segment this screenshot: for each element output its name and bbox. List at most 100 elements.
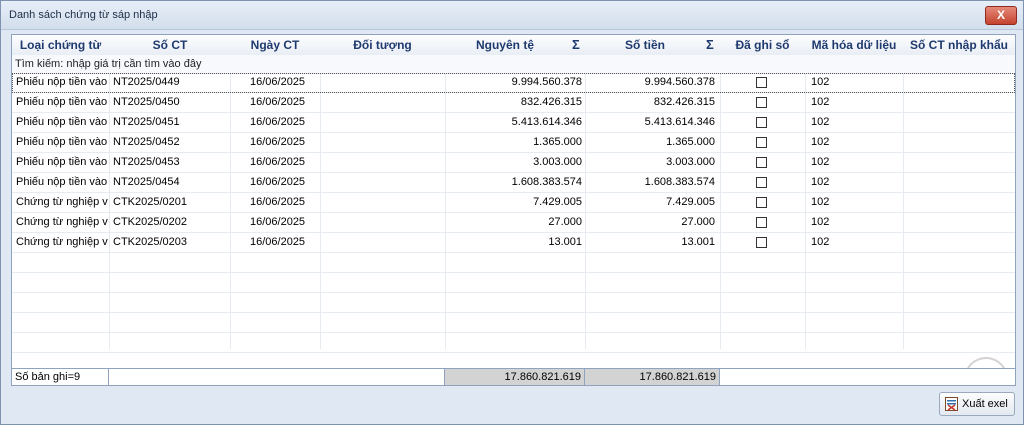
col-header-ngay-ct[interactable]: Ngày CT: [230, 35, 320, 55]
sigma-nguyen-te-icon[interactable]: Σ: [572, 35, 580, 55]
cell-loai: Phiếu nộp tiền vào: [16, 96, 108, 108]
cell-nguyen-te: 27.000: [548, 216, 582, 228]
posted-checkbox[interactable]: [756, 137, 767, 148]
export-excel-button[interactable]: Xuất exel: [939, 392, 1015, 416]
cell-loai: Phiếu nộp tiền vào: [16, 116, 108, 128]
cell-ngay-ct: 16/06/2025: [250, 116, 306, 128]
posted-checkbox[interactable]: [756, 97, 767, 108]
grid-header: Loại chứng từ Số CT Ngày CT Đối tượng Ng…: [12, 35, 1015, 56]
cell-doi-tuong: [324, 113, 444, 132]
cell-doi-tuong: [324, 133, 444, 152]
cell-nguyen-te: 13.001: [548, 236, 582, 248]
table-row[interactable]: Phiếu nộp tiền vào NT2025/0452 16/06/202…: [12, 133, 1015, 153]
col-header-loai[interactable]: Loại chứng từ: [12, 35, 109, 55]
posted-checkbox[interactable]: [756, 217, 767, 228]
cell-ngay-ct: 16/06/2025: [250, 136, 306, 148]
search-row[interactable]: Tìm kiếm: nhập giá trị cần tìm vào đây: [12, 55, 1015, 74]
cell-nguyen-te: 9.994.560.378: [511, 76, 582, 88]
search-placeholder: Tìm kiếm: nhập giá trị cần tìm vào đây: [15, 58, 202, 70]
cell-so-ct: CTK2025/0201: [113, 196, 187, 208]
posted-checkbox[interactable]: [756, 117, 767, 128]
posted-checkbox[interactable]: [756, 237, 767, 248]
table-row[interactable]: Chứng từ nghiệp v CTK2025/0203 16/06/202…: [12, 233, 1015, 253]
empty-row: [12, 313, 1015, 333]
cell-so-ct-nhap-khau: [907, 173, 1012, 192]
cell-doi-tuong: [324, 233, 444, 252]
sigma-so-tien-icon[interactable]: Σ: [706, 35, 714, 55]
cell-ngay-ct: 16/06/2025: [250, 156, 306, 168]
dialog-window: Danh sách chứng từ sáp nhập X Loại chứng…: [0, 0, 1024, 425]
col-header-so-ct[interactable]: Số CT: [110, 35, 230, 55]
cell-so-tien: 13.001: [681, 236, 715, 248]
col-header-ma-hoa[interactable]: Mã hóa dữ liệu: [805, 35, 903, 55]
cell-so-tien: 9.994.560.378: [644, 76, 715, 88]
sum-so-tien: 17.860.821.619: [585, 369, 720, 385]
cell-ma-hoa: 102: [811, 236, 830, 248]
excel-export-icon: [945, 397, 958, 411]
cell-loai: Chứng từ nghiệp v: [16, 236, 108, 248]
cell-loai: Phiếu nộp tiền vào: [16, 176, 108, 188]
cell-ngay-ct: 16/06/2025: [250, 176, 306, 188]
col-header-so-tien[interactable]: Số tiền: [585, 35, 705, 55]
cell-so-tien: 832.426.315: [653, 96, 715, 108]
cell-ma-hoa: 102: [811, 116, 830, 128]
cell-so-ct-nhap-khau: [907, 193, 1012, 212]
cell-nguyen-te: 1.608.383.574: [511, 176, 582, 188]
cell-ma-hoa: 102: [811, 96, 830, 108]
cell-loai: Chứng từ nghiệp v: [16, 196, 108, 208]
empty-row: [12, 273, 1015, 293]
empty-row: [12, 333, 1015, 353]
cell-so-ct-nhap-khau: [907, 113, 1012, 132]
close-button[interactable]: X: [985, 6, 1017, 25]
table-row[interactable]: Phiếu nộp tiền vào NT2025/0454 16/06/202…: [12, 173, 1015, 193]
posted-checkbox[interactable]: [756, 157, 767, 168]
table-row[interactable]: Chứng từ nghiệp v CTK2025/0202 16/06/202…: [12, 213, 1015, 233]
cell-ma-hoa: 102: [811, 76, 830, 88]
table-row[interactable]: Phiếu nộp tiền vào NT2025/0450 16/06/202…: [12, 93, 1015, 113]
cell-loai: Phiếu nộp tiền vào: [16, 76, 108, 88]
cell-so-tien: 1.608.383.574: [644, 176, 715, 188]
table-row[interactable]: Chứng từ nghiệp v CTK2025/0201 16/06/202…: [12, 193, 1015, 213]
posted-checkbox[interactable]: [756, 177, 767, 188]
cell-ma-hoa: 102: [811, 156, 830, 168]
title-bar: Danh sách chứng từ sáp nhập X: [1, 1, 1023, 30]
cell-ngay-ct: 16/06/2025: [250, 196, 306, 208]
table-row[interactable]: Phiếu nộp tiền vào NT2025/0453 16/06/202…: [12, 153, 1015, 173]
cell-so-ct: NT2025/0449: [113, 76, 180, 88]
export-label: Xuất exel: [962, 398, 1008, 410]
cell-so-ct-nhap-khau: [907, 133, 1012, 152]
footer-blank: [720, 369, 1015, 385]
cell-doi-tuong: [324, 213, 444, 232]
cell-so-ct: NT2025/0452: [113, 136, 180, 148]
empty-row: [12, 293, 1015, 313]
posted-checkbox[interactable]: [756, 77, 767, 88]
cell-loai: Phiếu nộp tiền vào: [16, 136, 108, 148]
empty-row: [12, 253, 1015, 273]
cell-doi-tuong: [324, 93, 444, 112]
cell-nguyen-te: 3.003.000: [533, 156, 582, 168]
col-header-nguyen-te[interactable]: Nguyên tệ: [445, 35, 565, 55]
cell-so-tien: 7.429.005: [666, 196, 715, 208]
posted-checkbox[interactable]: [756, 197, 767, 208]
cell-ngay-ct: 16/06/2025: [250, 96, 306, 108]
col-header-so-ct-nhap-khau[interactable]: Số CT nhập khẩu: [903, 35, 1015, 55]
table-row[interactable]: Phiếu nộp tiền vào NT2025/0451 16/06/202…: [12, 113, 1015, 133]
cell-so-tien: 5.413.614.346: [644, 116, 715, 128]
cell-so-ct: NT2025/0450: [113, 96, 180, 108]
cell-so-ct-nhap-khau: [907, 213, 1012, 232]
col-header-doi-tuong[interactable]: Đối tượng: [320, 35, 445, 55]
cell-ngay-ct: 16/06/2025: [250, 216, 306, 228]
cell-nguyen-te: 832.426.315: [520, 96, 582, 108]
table-row[interactable]: Phiếu nộp tiền vào NT2025/0449 16/06/202…: [12, 73, 1015, 93]
cell-ma-hoa: 102: [811, 196, 830, 208]
col-header-da-ghi-so[interactable]: Đã ghi sổ: [720, 35, 805, 55]
cell-doi-tuong: [324, 173, 444, 192]
cell-so-tien: 1.365.000: [666, 136, 715, 148]
window-title: Danh sách chứng từ sáp nhập: [9, 9, 158, 21]
cell-so-ct-nhap-khau: [907, 153, 1012, 172]
cell-nguyen-te: 1.365.000: [533, 136, 582, 148]
cell-loai: Chứng từ nghiệp v: [16, 216, 108, 228]
cell-nguyen-te: 7.429.005: [533, 196, 582, 208]
cell-so-ct: CTK2025/0202: [113, 216, 187, 228]
cell-ma-hoa: 102: [811, 176, 830, 188]
